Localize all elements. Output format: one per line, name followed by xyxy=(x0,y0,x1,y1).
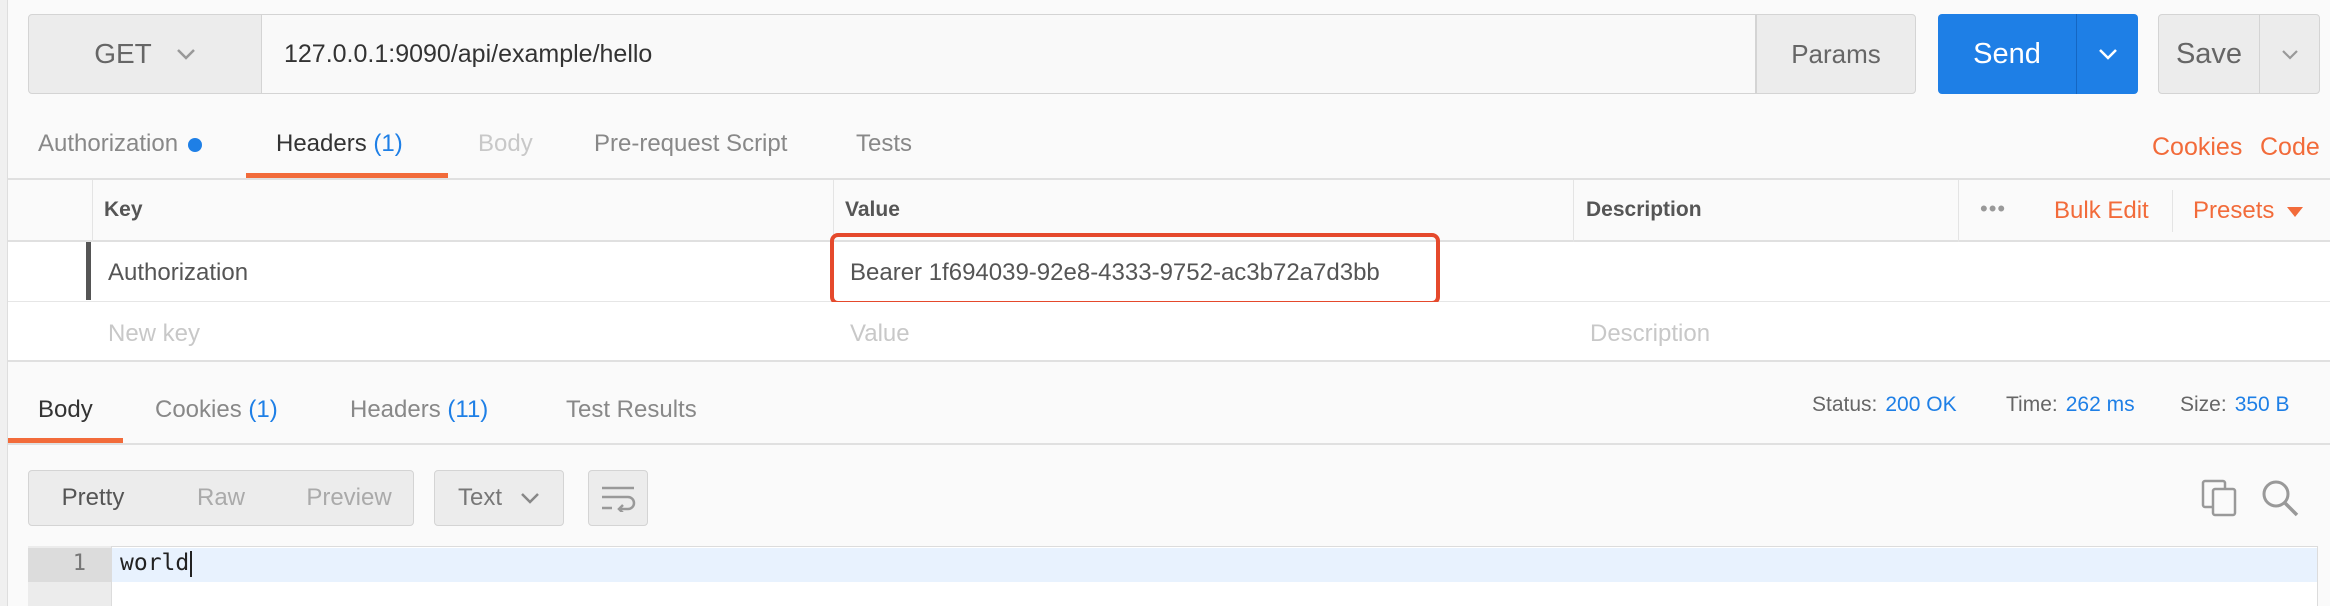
response-tab-body[interactable]: Body xyxy=(38,396,93,424)
send-options-dropdown[interactable] xyxy=(2076,14,2138,94)
format-label: Text xyxy=(457,484,502,511)
response-body-text: world xyxy=(120,550,193,577)
highlight-box xyxy=(830,233,1440,305)
method-label: GET xyxy=(94,38,152,69)
chevron-down-icon xyxy=(2098,49,2117,60)
new-description-input[interactable]: Description xyxy=(1590,320,1710,348)
pretty-button[interactable]: Pretty xyxy=(29,484,157,512)
response-tab-cookies-label: Cookies xyxy=(155,396,242,423)
response-tab-headers[interactable]: Headers (11) xyxy=(350,396,488,424)
tab-prerequest-script[interactable]: Pre-request Script xyxy=(594,130,787,158)
wrap-lines-button[interactable] xyxy=(588,470,648,526)
response-tab-body-label: Body xyxy=(38,396,93,423)
response-body-content: world xyxy=(120,550,190,576)
url-text: 127.0.0.1:9090/api/example/hello xyxy=(284,39,653,68)
new-value-input[interactable]: Value xyxy=(850,320,910,348)
tab-tests-label: Tests xyxy=(856,130,913,157)
response-tab-headers-count: (11) xyxy=(447,396,489,423)
url-input[interactable]: 127.0.0.1:9090/api/example/hello xyxy=(262,14,1756,94)
tab-prerequest-label: Pre-request Script xyxy=(594,130,788,157)
time-value: 262 ms xyxy=(2065,393,2135,416)
status-dot-icon xyxy=(188,137,203,152)
response-tab-cookies-count: (1) xyxy=(248,396,278,423)
response-tabs-divider xyxy=(8,443,2330,445)
active-line-highlight xyxy=(112,548,2317,582)
search-button[interactable] xyxy=(2256,474,2304,522)
new-key-input[interactable]: New key xyxy=(108,320,200,348)
text-cursor xyxy=(190,550,193,577)
tab-authorization[interactable]: Authorization xyxy=(38,130,203,158)
header-key-cell[interactable]: Authorization xyxy=(108,259,248,287)
chevron-down-icon xyxy=(2281,49,2298,60)
save-label: Save xyxy=(2175,37,2243,70)
time-label: Time: xyxy=(2006,393,2058,416)
row-drag-handle[interactable] xyxy=(86,242,91,300)
tab-headers[interactable]: Headers (1) xyxy=(276,130,403,158)
tab-authorization-label: Authorization xyxy=(38,130,179,157)
method-select[interactable]: GET xyxy=(28,14,262,94)
code-link[interactable]: Code xyxy=(2260,133,2320,162)
params-label: Params xyxy=(1791,38,1881,69)
status-indicator: Status: 200 OK xyxy=(1812,393,1957,417)
wrap-lines-icon xyxy=(602,486,636,512)
chevron-down-icon xyxy=(521,493,539,504)
size-indicator: Size: 350 B xyxy=(2180,393,2290,417)
params-button[interactable]: Params xyxy=(1756,14,1916,94)
copy-button[interactable] xyxy=(2196,474,2244,522)
caret-down-icon xyxy=(2287,206,2304,217)
presets-dropdown[interactable]: Presets xyxy=(2193,197,2304,225)
column-divider xyxy=(2172,190,2173,232)
left-sidebar-edge xyxy=(0,0,8,606)
response-tab-cookies[interactable]: Cookies (1) xyxy=(155,396,278,424)
send-button[interactable]: Send xyxy=(1938,14,2138,94)
raw-button[interactable]: Raw xyxy=(157,484,285,512)
search-icon xyxy=(2262,480,2299,517)
bulk-edit-link[interactable]: Bulk Edit xyxy=(2054,197,2149,225)
column-header-key: Key xyxy=(104,198,143,221)
status-label: Status: xyxy=(1812,393,1878,416)
tab-body[interactable]: Body xyxy=(478,130,533,158)
table-row-new xyxy=(8,302,2330,362)
tab-headers-count: (1) xyxy=(373,130,403,157)
column-divider xyxy=(1958,180,1959,242)
view-mode-toggle: Pretty Raw Preview xyxy=(28,470,414,526)
tab-body-label: Body xyxy=(478,130,533,157)
tab-headers-label: Headers xyxy=(276,130,367,157)
presets-label: Presets xyxy=(2193,197,2275,224)
save-options-dropdown[interactable] xyxy=(2259,15,2319,93)
format-select[interactable]: Text xyxy=(434,470,564,526)
copy-icon xyxy=(2201,479,2237,517)
status-value: 200 OK xyxy=(1885,393,1957,416)
size-value: 350 B xyxy=(2234,393,2290,416)
line-number: 1 xyxy=(72,551,86,576)
header-description-cell[interactable] xyxy=(1590,259,2310,289)
chevron-down-icon xyxy=(176,49,195,60)
save-button[interactable]: Save xyxy=(2158,14,2320,94)
response-tab-headers-label: Headers xyxy=(350,396,441,423)
response-tab-test-results[interactable]: Test Results xyxy=(566,396,697,424)
cookies-link[interactable]: Cookies xyxy=(2152,133,2242,162)
response-tab-test-results-label: Test Results xyxy=(566,396,697,423)
send-label: Send xyxy=(1973,37,2041,70)
preview-button[interactable]: Preview xyxy=(285,484,413,512)
more-options-icon[interactable]: ••• xyxy=(1980,196,2006,222)
column-header-description: Description xyxy=(1586,198,1702,221)
time-indicator: Time: 262 ms xyxy=(2006,393,2135,417)
column-header-value: Value xyxy=(845,198,900,221)
size-label: Size: xyxy=(2180,393,2227,416)
tab-tests[interactable]: Tests xyxy=(856,130,912,158)
